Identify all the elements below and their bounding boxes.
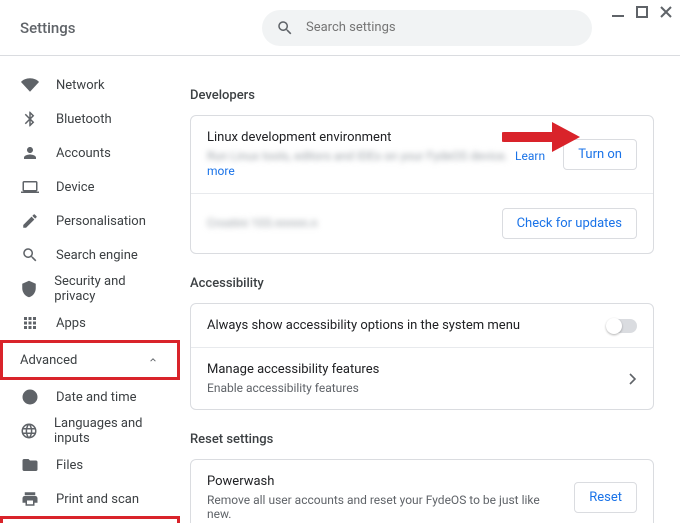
linux-dev-row: Linux development environment Run Linux … <box>191 116 653 193</box>
apps-icon <box>20 313 40 333</box>
always-show-label: Always show accessibility options in the… <box>207 318 520 333</box>
update-version: Crostini 103.nnnnn.n <box>207 216 317 230</box>
main-content: Developers Linux development environment… <box>180 56 680 523</box>
sidebar-item-label: Device <box>56 180 95 195</box>
page-title: Settings <box>20 19 150 37</box>
powerwash-title: Powerwash <box>207 474 562 489</box>
sidebar-item-bluetooth[interactable]: Bluetooth <box>0 102 180 136</box>
section-title-accessibility: Accessibility <box>190 276 654 291</box>
sidebar-item-apps[interactable]: Apps <box>0 306 180 340</box>
close-icon[interactable] <box>660 6 672 18</box>
sidebar-item-print-scan[interactable]: Print and scan <box>0 482 180 516</box>
person-icon <box>20 143 40 163</box>
always-show-toggle[interactable] <box>607 319 637 333</box>
bluetooth-icon <box>20 109 40 129</box>
manage-accessibility-row[interactable]: Manage accessibility features Enable acc… <box>191 347 653 409</box>
search-input[interactable] <box>306 20 578 35</box>
shield-icon <box>20 279 38 299</box>
header: Settings <box>0 0 680 56</box>
sidebar-item-languages[interactable]: Languages and inputs <box>0 414 180 448</box>
search-icon <box>20 245 40 265</box>
always-show-row: Always show accessibility options in the… <box>191 304 653 347</box>
sidebar-item-developers[interactable]: Developers <box>0 516 180 523</box>
sidebar: Network Bluetooth Accounts Device Person… <box>0 56 180 523</box>
search-icon <box>276 19 294 37</box>
chevron-right-icon <box>629 373 637 385</box>
linux-dev-title: Linux development environment <box>207 130 551 145</box>
powerwash-sub: Remove all user accounts and reset your … <box>207 493 562 521</box>
sidebar-item-label: Search engine <box>56 248 138 263</box>
chevron-up-icon <box>150 357 156 363</box>
sidebar-item-search-engine[interactable]: Search engine <box>0 238 180 272</box>
wifi-icon <box>20 75 40 95</box>
sidebar-item-label: Security and privacy <box>54 274 160 304</box>
window-controls <box>612 6 672 18</box>
globe-icon <box>20 421 38 441</box>
sidebar-item-label: Accounts <box>56 146 111 161</box>
sidebar-section-advanced[interactable]: Advanced <box>0 340 180 380</box>
clock-icon <box>20 387 40 407</box>
developers-card: Linux development environment Run Linux … <box>190 115 654 254</box>
turn-on-button[interactable]: Turn on <box>563 139 637 170</box>
printer-icon <box>20 489 40 509</box>
sidebar-item-label: Languages and inputs <box>54 416 160 446</box>
sidebar-section-label: Advanced <box>20 353 77 368</box>
sidebar-item-personalisation[interactable]: Personalisation <box>0 204 180 238</box>
reset-button[interactable]: Reset <box>574 482 637 513</box>
sidebar-item-label: Network <box>56 78 105 93</box>
check-updates-button[interactable]: Check for updates <box>502 208 637 239</box>
sidebar-item-label: Bluetooth <box>56 112 112 127</box>
sidebar-item-label: Print and scan <box>56 492 139 507</box>
linux-dev-sub: Run Linux tools, editors and IDEs on you… <box>207 149 551 179</box>
device-icon <box>20 177 40 197</box>
sidebar-item-label: Date and time <box>56 390 137 405</box>
maximize-icon[interactable] <box>636 6 648 18</box>
sidebar-item-label: Personalisation <box>56 214 146 229</box>
section-title-reset: Reset settings <box>190 432 654 447</box>
manage-accessibility-title: Manage accessibility features <box>207 362 617 377</box>
sidebar-item-security[interactable]: Security and privacy <box>0 272 180 306</box>
reset-card: Powerwash Remove all user accounts and r… <box>190 459 654 523</box>
accessibility-card: Always show accessibility options in the… <box>190 303 654 410</box>
powerwash-row: Powerwash Remove all user accounts and r… <box>191 460 653 523</box>
search-box[interactable] <box>262 10 592 46</box>
sidebar-item-network[interactable]: Network <box>0 68 180 102</box>
update-row: Crostini 103.nnnnn.n Check for updates <box>191 193 653 253</box>
sidebar-item-date-time[interactable]: Date and time <box>0 380 180 414</box>
sidebar-item-label: Files <box>56 458 83 473</box>
section-title-developers: Developers <box>190 88 654 103</box>
edit-icon <box>20 211 40 231</box>
sidebar-item-device[interactable]: Device <box>0 170 180 204</box>
sidebar-item-label: Apps <box>56 316 86 331</box>
minimize-icon[interactable] <box>612 6 624 18</box>
sidebar-item-files[interactable]: Files <box>0 448 180 482</box>
manage-accessibility-sub: Enable accessibility features <box>207 381 617 395</box>
folder-icon <box>20 455 40 475</box>
sidebar-item-accounts[interactable]: Accounts <box>0 136 180 170</box>
